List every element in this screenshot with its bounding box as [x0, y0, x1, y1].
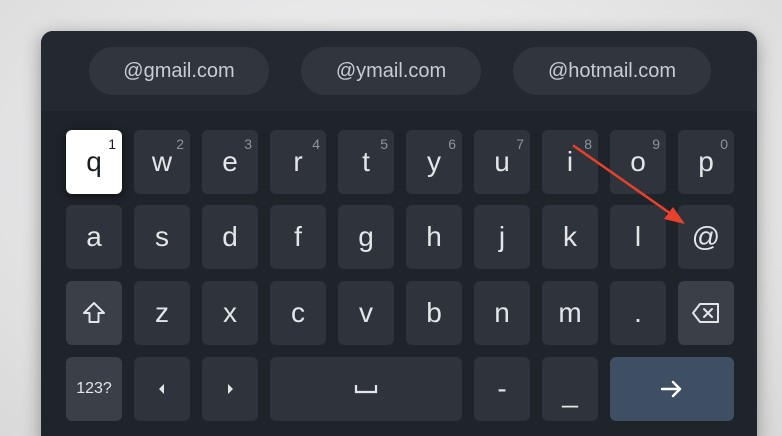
key-hint: 5	[380, 136, 388, 152]
key-w[interactable]: w2	[134, 130, 190, 194]
key-p[interactable]: p0	[678, 130, 734, 194]
key-label: t	[362, 146, 370, 177]
key-hint: 9	[652, 136, 660, 152]
space-key[interactable]	[270, 357, 462, 421]
key-f[interactable]: f	[270, 205, 326, 269]
key-hint: 4	[312, 136, 320, 152]
key-i[interactable]: i8	[542, 130, 598, 194]
key-underscore[interactable]: _	[542, 357, 598, 421]
key-e[interactable]: e3	[202, 130, 258, 194]
space-icon	[354, 385, 378, 394]
shift-icon	[83, 302, 105, 323]
on-screen-keyboard: @gmail.com @ymail.com @hotmail.com q1 w2…	[41, 31, 757, 436]
key-l[interactable]: l	[610, 205, 666, 269]
key-a[interactable]: a	[66, 205, 122, 269]
cursor-right-key[interactable]	[202, 357, 258, 421]
key-hint: 3	[244, 136, 252, 152]
key-label: u	[494, 146, 510, 177]
key-hint: 6	[448, 136, 456, 152]
key-label: r	[293, 146, 303, 177]
arrow-right-icon	[660, 380, 682, 398]
caret-left-icon	[159, 384, 164, 394]
suggestion-ymail[interactable]: @ymail.com	[301, 47, 481, 95]
shift-key[interactable]	[66, 281, 122, 345]
key-j[interactable]: j	[474, 205, 530, 269]
key-hint: 2	[176, 136, 184, 152]
key-label: o	[630, 146, 646, 177]
key-o[interactable]: o9	[610, 130, 666, 194]
key-b[interactable]: b	[406, 281, 462, 345]
backspace-icon	[692, 303, 719, 323]
key-y[interactable]: y6	[406, 130, 462, 194]
key-n[interactable]: n	[474, 281, 530, 345]
key-label: y	[427, 146, 441, 177]
key-hint: 0	[720, 136, 728, 152]
key-d[interactable]: d	[202, 205, 258, 269]
key-k[interactable]: k	[542, 205, 598, 269]
key-at[interactable]: @	[678, 205, 734, 269]
key-hint: 1	[108, 136, 116, 152]
key-r[interactable]: r4	[270, 130, 326, 194]
key-s[interactable]: s	[134, 205, 190, 269]
key-m[interactable]: m	[542, 281, 598, 345]
key-hint: 8	[584, 136, 592, 152]
key-c[interactable]: c	[270, 281, 326, 345]
backspace-key[interactable]	[678, 281, 734, 345]
key-label: q	[86, 146, 102, 177]
suggestion-gmail[interactable]: @gmail.com	[89, 47, 269, 95]
key-v[interactable]: v	[338, 281, 394, 345]
key-dash[interactable]: -	[474, 357, 530, 421]
enter-key[interactable]	[610, 357, 734, 421]
symbols-key[interactable]: 123?	[66, 357, 122, 421]
caret-right-icon	[228, 384, 233, 394]
key-u[interactable]: u7	[474, 130, 530, 194]
key-label: w	[151, 146, 173, 177]
key-hint: 7	[516, 136, 524, 152]
suggestion-bar: @gmail.com @ymail.com @hotmail.com	[41, 31, 757, 111]
key-h[interactable]: h	[406, 205, 462, 269]
key-g[interactable]: g	[338, 205, 394, 269]
key-q[interactable]: q1	[66, 130, 122, 194]
key-t[interactable]: t5	[338, 130, 394, 194]
key-x[interactable]: x	[202, 281, 258, 345]
key-label: p	[698, 146, 714, 177]
key-label: e	[222, 146, 238, 177]
suggestion-hotmail[interactable]: @hotmail.com	[513, 47, 711, 95]
cursor-left-key[interactable]	[134, 357, 190, 421]
key-period[interactable]: .	[610, 281, 666, 345]
key-z[interactable]: z	[134, 281, 190, 345]
key-label: i	[566, 146, 574, 177]
